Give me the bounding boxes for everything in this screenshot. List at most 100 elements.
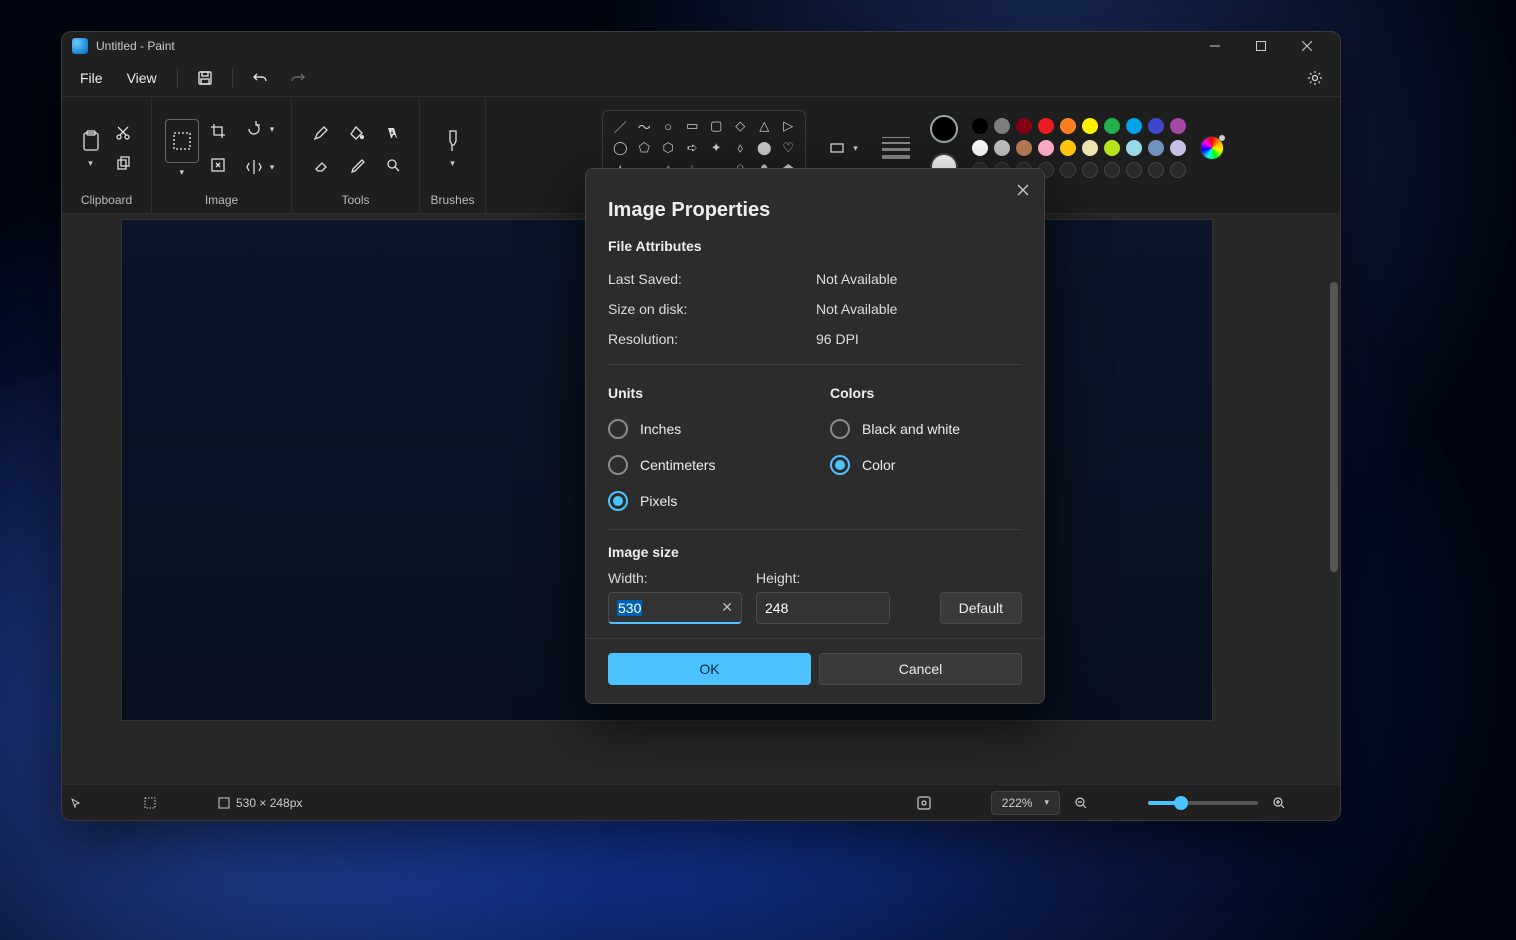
cut-icon[interactable] xyxy=(110,120,136,146)
picker-icon[interactable] xyxy=(344,152,370,178)
fit-to-window-icon[interactable] xyxy=(917,796,977,810)
shape-option[interactable]: ◯ xyxy=(611,139,629,157)
edit-colors-button[interactable] xyxy=(1200,136,1224,160)
eraser-icon[interactable] xyxy=(308,152,334,178)
titlebar: Untitled - Paint xyxy=(62,32,1340,60)
color-swatch-empty[interactable] xyxy=(1148,162,1164,178)
color-swatch[interactable] xyxy=(994,140,1010,156)
shape-option[interactable]: △ xyxy=(755,117,773,135)
menubar: File View xyxy=(62,60,1340,96)
scrollbar-thumb[interactable] xyxy=(1330,282,1338,572)
flip-button[interactable]: ▾ xyxy=(237,152,279,182)
shape-option[interactable]: ✦ xyxy=(707,139,725,157)
zoom-in-button[interactable] xyxy=(1272,796,1332,810)
chevron-down-icon[interactable]: ▾ xyxy=(88,158,93,169)
crop-icon[interactable] xyxy=(205,118,231,144)
color-1[interactable] xyxy=(930,115,958,143)
vertical-scrollbar[interactable] xyxy=(1328,222,1338,776)
radio-icon xyxy=(608,455,628,475)
default-button[interactable]: Default xyxy=(940,592,1022,624)
menu-file[interactable]: File xyxy=(70,66,113,90)
shape-option[interactable]: ♡ xyxy=(779,139,797,157)
color-swatch[interactable] xyxy=(1170,118,1186,134)
shape-option[interactable]: ⬤ xyxy=(755,139,773,157)
undo-icon[interactable] xyxy=(243,63,277,93)
copy-icon[interactable] xyxy=(110,150,136,176)
save-icon[interactable] xyxy=(188,63,222,93)
pencil-icon[interactable] xyxy=(308,120,334,146)
resize-icon[interactable] xyxy=(205,152,231,178)
settings-icon[interactable] xyxy=(1298,63,1332,93)
select-tool[interactable] xyxy=(165,119,199,163)
color-swatch[interactable] xyxy=(1038,140,1054,156)
slider-thumb[interactable] xyxy=(1174,796,1188,810)
clear-icon[interactable]: ✕ xyxy=(721,599,733,616)
color-swatch[interactable] xyxy=(1126,140,1142,156)
shape-option[interactable]: ▷ xyxy=(779,117,797,135)
fill-icon[interactable] xyxy=(344,120,370,146)
paste-icon[interactable] xyxy=(78,128,104,154)
radio-pixels[interactable]: Pixels xyxy=(608,483,800,519)
label-width: Width: xyxy=(608,570,742,586)
shape-option[interactable]: ⬠ xyxy=(635,139,653,157)
color-swatch[interactable] xyxy=(1060,118,1076,134)
shape-option[interactable]: ▭ xyxy=(683,117,701,135)
radio-centimeters[interactable]: Centimeters xyxy=(608,447,800,483)
shape-option[interactable]: ➪ xyxy=(683,139,701,157)
color-swatch-empty[interactable] xyxy=(1082,162,1098,178)
color-swatch[interactable] xyxy=(1148,140,1164,156)
zoom-out-button[interactable] xyxy=(1074,796,1134,810)
color-swatch[interactable] xyxy=(1082,118,1098,134)
shape-option[interactable]: ▢ xyxy=(707,117,725,135)
stroke-width-button[interactable] xyxy=(876,137,916,159)
color-swatch[interactable] xyxy=(1104,118,1120,134)
color-swatch-empty[interactable] xyxy=(1104,162,1120,178)
color-swatch[interactable] xyxy=(1060,140,1076,156)
chevron-down-icon[interactable]: ▾ xyxy=(179,167,184,178)
rotate-button[interactable]: ▾ xyxy=(237,114,279,144)
maximize-button[interactable] xyxy=(1238,32,1284,60)
color-swatch[interactable] xyxy=(972,140,988,156)
text-icon[interactable] xyxy=(380,120,406,146)
brush-icon[interactable] xyxy=(440,128,466,154)
shape-outline-button[interactable]: ▾ xyxy=(820,133,862,163)
color-swatch[interactable] xyxy=(1016,118,1032,134)
shape-option[interactable]: 〜 xyxy=(635,117,653,135)
menu-view[interactable]: View xyxy=(117,66,167,90)
color-swatch[interactable] xyxy=(1038,118,1054,134)
label-height: Height: xyxy=(756,570,890,586)
color-swatch[interactable] xyxy=(972,118,988,134)
radio-bw[interactable]: Black and white xyxy=(830,411,1022,447)
rotate-icon xyxy=(241,116,267,142)
shape-option[interactable]: ⬨ xyxy=(731,139,749,157)
magnifier-icon[interactable] xyxy=(380,152,406,178)
shape-option[interactable]: ⬡ xyxy=(659,139,677,157)
color-swatch[interactable] xyxy=(1126,118,1142,134)
ok-button[interactable]: OK xyxy=(608,653,811,685)
height-input[interactable]: 248 xyxy=(756,592,890,624)
color-swatch[interactable] xyxy=(1016,140,1032,156)
color-swatch-empty[interactable] xyxy=(1060,162,1076,178)
color-swatch[interactable] xyxy=(1104,140,1120,156)
dialog-close-button[interactable] xyxy=(1008,175,1038,205)
zoom-select[interactable]: 222%▾ xyxy=(991,791,1060,815)
color-swatch[interactable] xyxy=(1170,140,1186,156)
radio-icon xyxy=(830,455,850,475)
radio-inches[interactable]: Inches xyxy=(608,411,800,447)
color-swatch[interactable] xyxy=(994,118,1010,134)
redo-icon[interactable] xyxy=(281,63,315,93)
chevron-down-icon[interactable]: ▾ xyxy=(450,158,455,169)
zoom-slider[interactable] xyxy=(1148,801,1258,805)
color-swatch-empty[interactable] xyxy=(1126,162,1142,178)
cancel-button[interactable]: Cancel xyxy=(819,653,1022,685)
color-swatch[interactable] xyxy=(1082,140,1098,156)
close-button[interactable] xyxy=(1284,32,1330,60)
width-input[interactable]: 530✕ xyxy=(608,592,742,624)
color-swatch[interactable] xyxy=(1148,118,1164,134)
shape-option[interactable]: ／ xyxy=(611,117,629,135)
radio-color[interactable]: Color xyxy=(830,447,1022,483)
shape-option[interactable]: ○ xyxy=(659,117,677,135)
minimize-button[interactable] xyxy=(1192,32,1238,60)
shape-option[interactable]: ◇ xyxy=(731,117,749,135)
color-swatch-empty[interactable] xyxy=(1170,162,1186,178)
